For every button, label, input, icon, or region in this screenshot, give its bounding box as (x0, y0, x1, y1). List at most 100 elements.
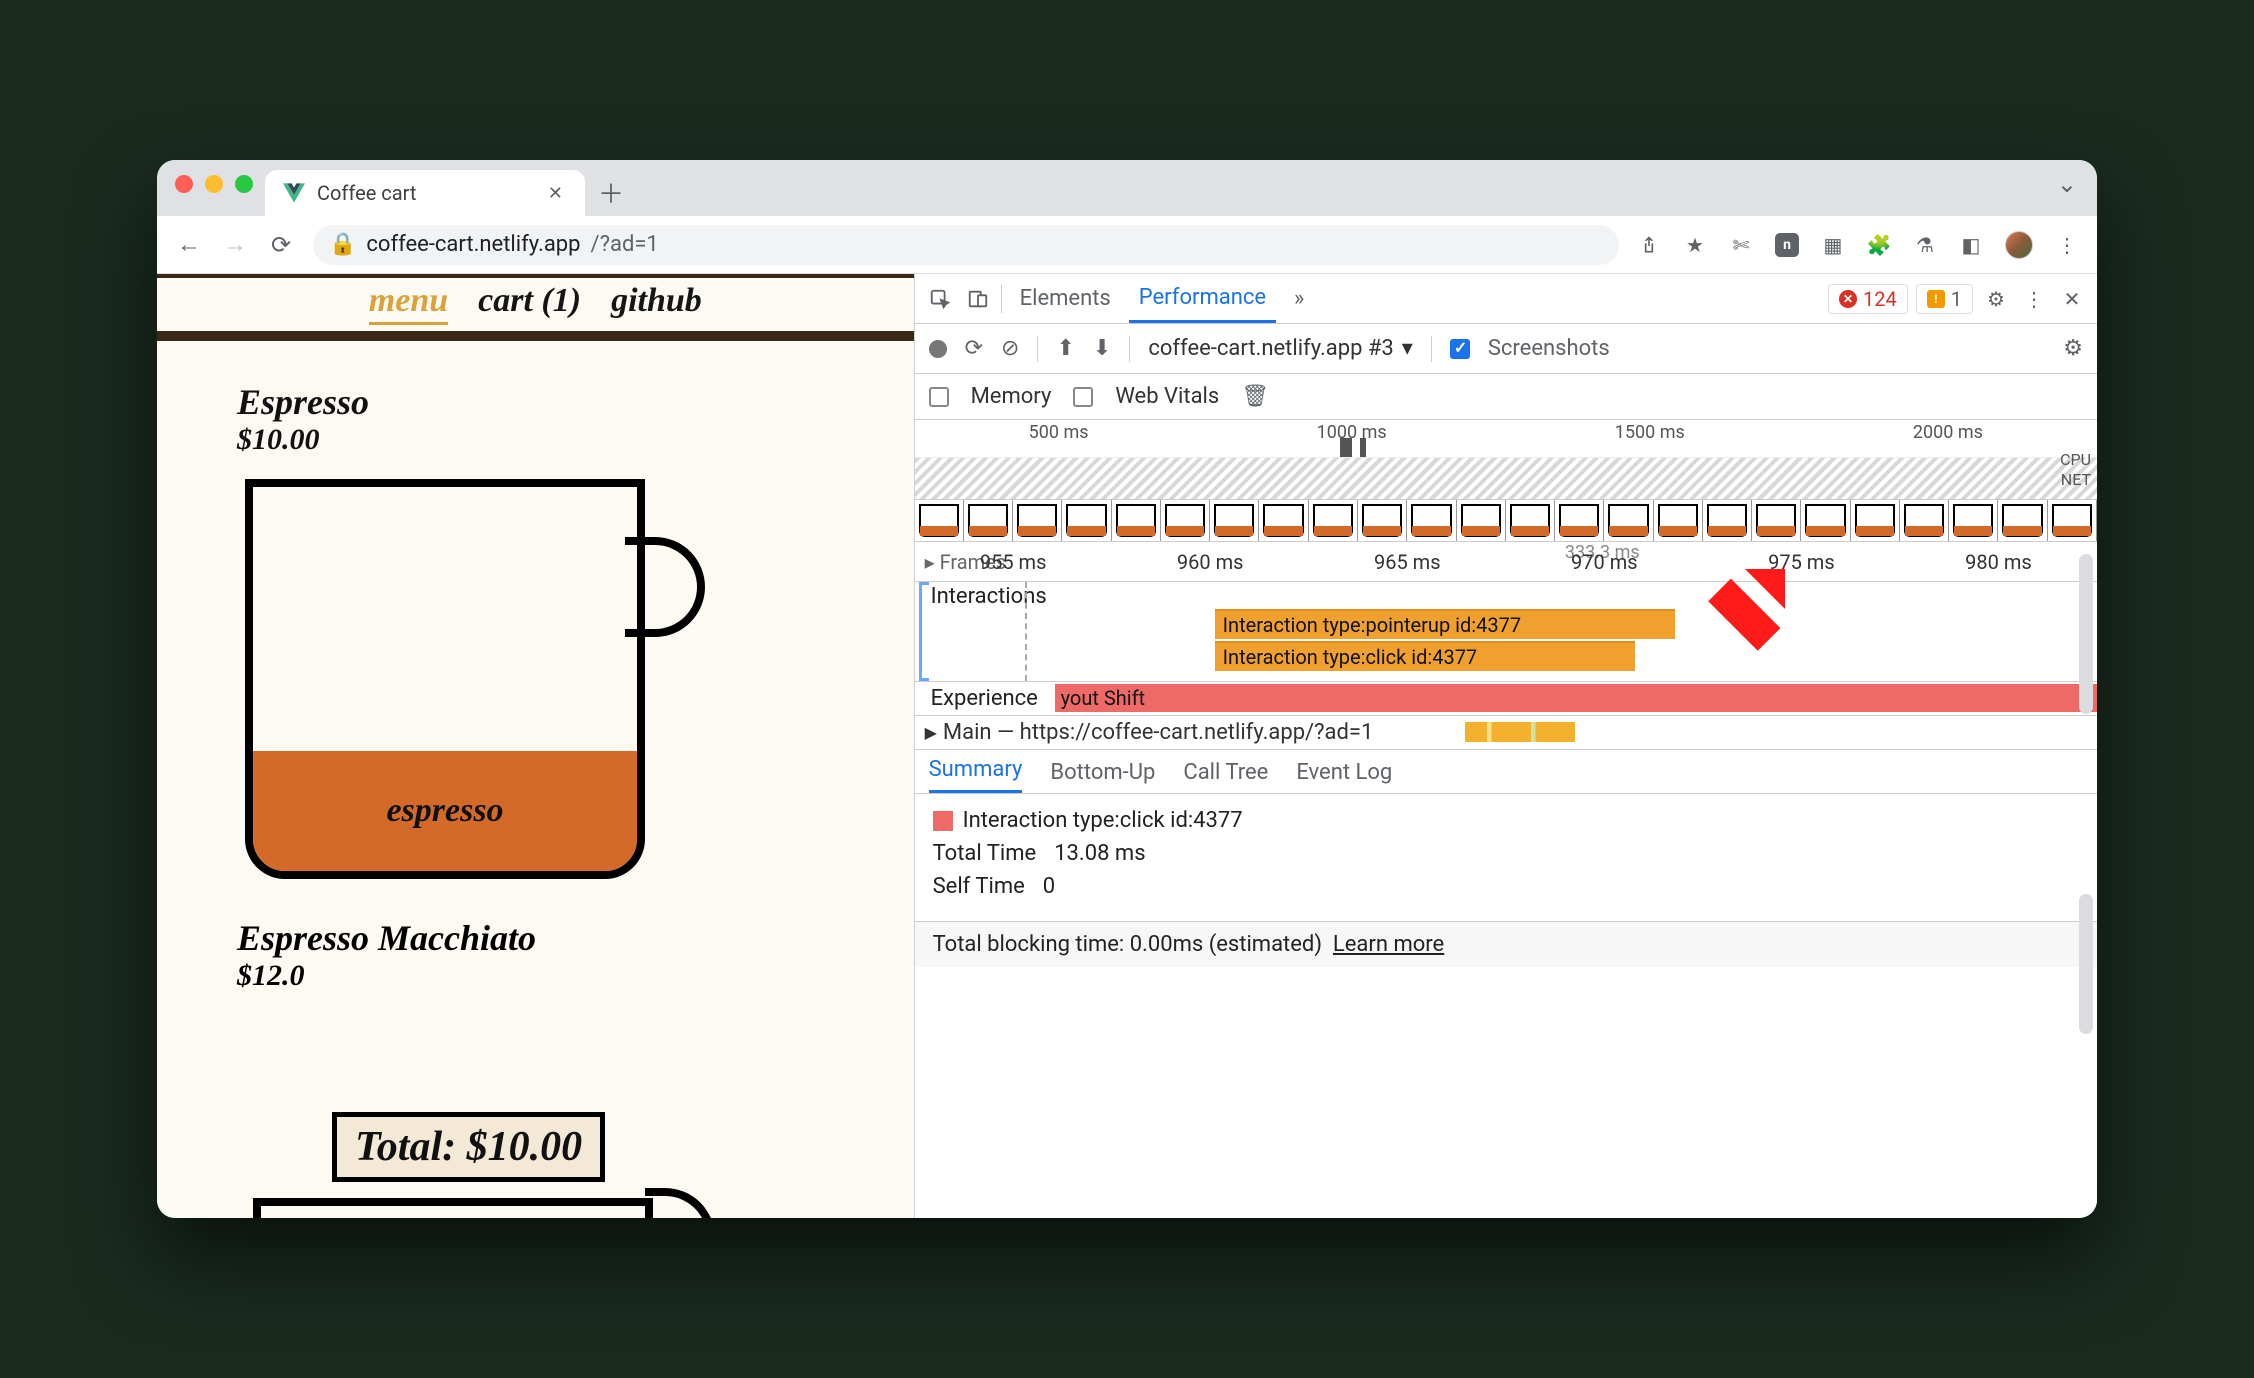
close-window-icon[interactable] (175, 175, 193, 193)
interaction-bar-pointerup[interactable]: Interaction type:pointerup id:4377 (1215, 609, 1675, 639)
forward-icon[interactable]: → (221, 230, 249, 259)
expand-triangle-icon[interactable]: ▶ (925, 723, 937, 742)
profile-avatar[interactable] (2005, 231, 2033, 259)
timeline-overview[interactable]: 500 ms 1000 ms 1500 ms 2000 ms CPU NET (915, 420, 2097, 500)
tabstrip-chevron-icon[interactable]: ⌄ (2057, 160, 2097, 216)
kebab-menu-icon[interactable]: ⋮ (2055, 233, 2079, 257)
error-count: 124 (1863, 287, 1897, 311)
scrollbar-thumb[interactable] (2079, 894, 2093, 1034)
ov-tick: 1000 ms (1317, 422, 1387, 443)
devtools-kebab-icon[interactable]: ⋮ (2019, 284, 2049, 314)
labs-flask-icon[interactable]: ⚗ (1913, 233, 1937, 257)
capture-settings-icon[interactable]: ⚙ (2063, 336, 2083, 361)
total-time-label: Total Time (933, 841, 1037, 866)
summary-title: Interaction type:click id:4377 (963, 808, 1243, 833)
tab-strip: Coffee cart ✕ ＋ ⌄ (157, 160, 2097, 216)
extension-grid-icon[interactable]: ▦ (1821, 233, 1845, 257)
cup-graphic[interactable]: espresso (237, 467, 667, 887)
self-time-label: Self Time (933, 874, 1025, 899)
memory-checkbox[interactable] (929, 387, 949, 407)
url-input[interactable]: 🔒 coffee-cart.netlify.app/?ad=1 (313, 225, 1619, 265)
webvitals-checkbox[interactable] (1073, 387, 1093, 407)
extensions-puzzle-icon[interactable]: 🧩 (1867, 233, 1891, 257)
tab-call-tree[interactable]: Call Tree (1183, 760, 1268, 793)
tab-overflow-icon[interactable]: » (1284, 276, 1314, 321)
extension-n-icon[interactable]: n (1775, 233, 1799, 257)
experience-track[interactable]: yout Shift Experience (915, 682, 2097, 716)
ruler-tick: 980 ms (1965, 550, 2032, 574)
ov-tick: 500 ms (1029, 422, 1089, 443)
summary-panel: Interaction type:click id:4377 Total Tim… (915, 794, 2097, 921)
tab-performance[interactable]: Performance (1129, 275, 1276, 323)
url-query: /?ad=1 (591, 232, 659, 257)
bookmark-star-icon[interactable]: ★ (1683, 233, 1707, 257)
cup2-peek (253, 1198, 653, 1218)
browser-tab[interactable]: Coffee cart ✕ (265, 170, 585, 216)
window-controls (169, 160, 265, 216)
memory-label: Memory (971, 384, 1052, 409)
record-icon[interactable] (929, 340, 947, 358)
coffee-fill-label: espresso (253, 751, 637, 871)
site-nav: menu cart (1) github (157, 278, 914, 331)
new-tab-button[interactable]: ＋ (591, 172, 631, 212)
scissors-icon[interactable]: ✄ (1729, 233, 1753, 257)
maximize-window-icon[interactable] (235, 175, 253, 193)
product-price: $10.00 (237, 423, 854, 457)
layout-shift-bar[interactable]: yout Shift (1055, 684, 2097, 712)
toolbar-right: ★ ✄ n ▦ 🧩 ⚗ ◧ ⋮ (1637, 231, 2079, 259)
load-profile-icon[interactable]: ⬆ (1056, 336, 1074, 361)
screenshots-checkbox[interactable] (1450, 339, 1470, 359)
detail-tabs: Summary Bottom-Up Call Tree Event Log (915, 750, 2097, 794)
tab-bottom-up[interactable]: Bottom-Up (1050, 760, 1155, 793)
reload-record-icon[interactable]: ⟳ (965, 336, 983, 361)
save-profile-icon[interactable]: ⬇ (1093, 336, 1111, 361)
warning-count-pill[interactable]: !1 (1916, 284, 1973, 314)
interactions-track[interactable]: Interactions Interaction type:pointerup … (915, 582, 2097, 682)
url-host: coffee-cart.netlify.app (366, 232, 580, 257)
devtools-close-icon[interactable]: ✕ (2057, 284, 2087, 314)
address-bar: ← → ⟳ 🔒 coffee-cart.netlify.app/?ad=1 ★ … (157, 216, 2097, 274)
screenshots-label: Screenshots (1488, 336, 1610, 361)
tab-event-log[interactable]: Event Log (1296, 760, 1392, 793)
sidepanel-icon[interactable]: ◧ (1959, 233, 1983, 257)
ruler-tick: 970 ms (1571, 550, 1638, 574)
nav-cart-link[interactable]: cart (1) (478, 282, 581, 325)
reload-icon[interactable]: ⟳ (267, 231, 295, 259)
back-icon[interactable]: ← (175, 230, 203, 259)
ruler-tick: 955 ms (980, 550, 1047, 574)
error-count-pill[interactable]: ✕124 (1828, 284, 1908, 314)
interaction-bar-click[interactable]: Interaction type:click id:4377 (1215, 641, 1635, 671)
share-icon[interactable] (1637, 233, 1661, 257)
webvitals-label: Web Vitals (1115, 384, 1219, 409)
learn-more-link[interactable]: Learn more (1333, 932, 1444, 957)
nav-menu-link[interactable]: menu (369, 282, 448, 325)
devtools-settings-icon[interactable]: ⚙ (1981, 284, 2011, 314)
self-time-value: 0 (1043, 874, 1055, 899)
main-thread-label: Main — https://coffee-cart.netlify.app/?… (943, 720, 1373, 745)
tab-close-icon[interactable]: ✕ (544, 179, 567, 208)
minimize-window-icon[interactable] (205, 175, 223, 193)
nav-github-link[interactable]: github (611, 282, 702, 325)
flamechart-ruler[interactable]: ▸ Frames 333.3 ms 955 ms 960 ms 965 ms 9… (915, 542, 2097, 582)
gc-trash-icon[interactable]: 🗑 (1241, 384, 1269, 409)
experience-label: Experience (931, 686, 1044, 711)
screenshot-filmstrip[interactable] (915, 500, 2097, 542)
interactions-label: Interactions (915, 584, 2097, 609)
tab-summary[interactable]: Summary (929, 757, 1023, 793)
ov-tick: 1500 ms (1615, 422, 1685, 443)
scrollbar-thumb[interactable] (2079, 554, 2093, 714)
cart-total-chip[interactable]: Total: $10.00 (332, 1112, 605, 1182)
inspect-element-icon[interactable] (925, 284, 955, 314)
ruler-tick: 965 ms (1374, 550, 1441, 574)
total-time-value: 13.08 ms (1054, 841, 1145, 866)
ruler-tick: 975 ms (1768, 550, 1835, 574)
tbt-text: Total blocking time: 0.00ms (estimated) (933, 932, 1322, 957)
tab-elements[interactable]: Elements (1010, 276, 1121, 321)
main-thread-track[interactable]: ▶ Main — https://coffee-cart.netlify.app… (915, 716, 2097, 750)
vue-logo-icon (283, 183, 305, 203)
clear-icon[interactable]: ⊘ (1001, 336, 1019, 361)
product-card-macchiato: Espresso Macchiato $12.0 (237, 917, 854, 993)
device-toolbar-icon[interactable] (963, 284, 993, 314)
content-split: menu cart (1) github Espresso $10.00 esp… (157, 274, 2097, 1218)
recording-select[interactable]: coffee-cart.netlify.app #3 ▾ (1148, 336, 1413, 361)
